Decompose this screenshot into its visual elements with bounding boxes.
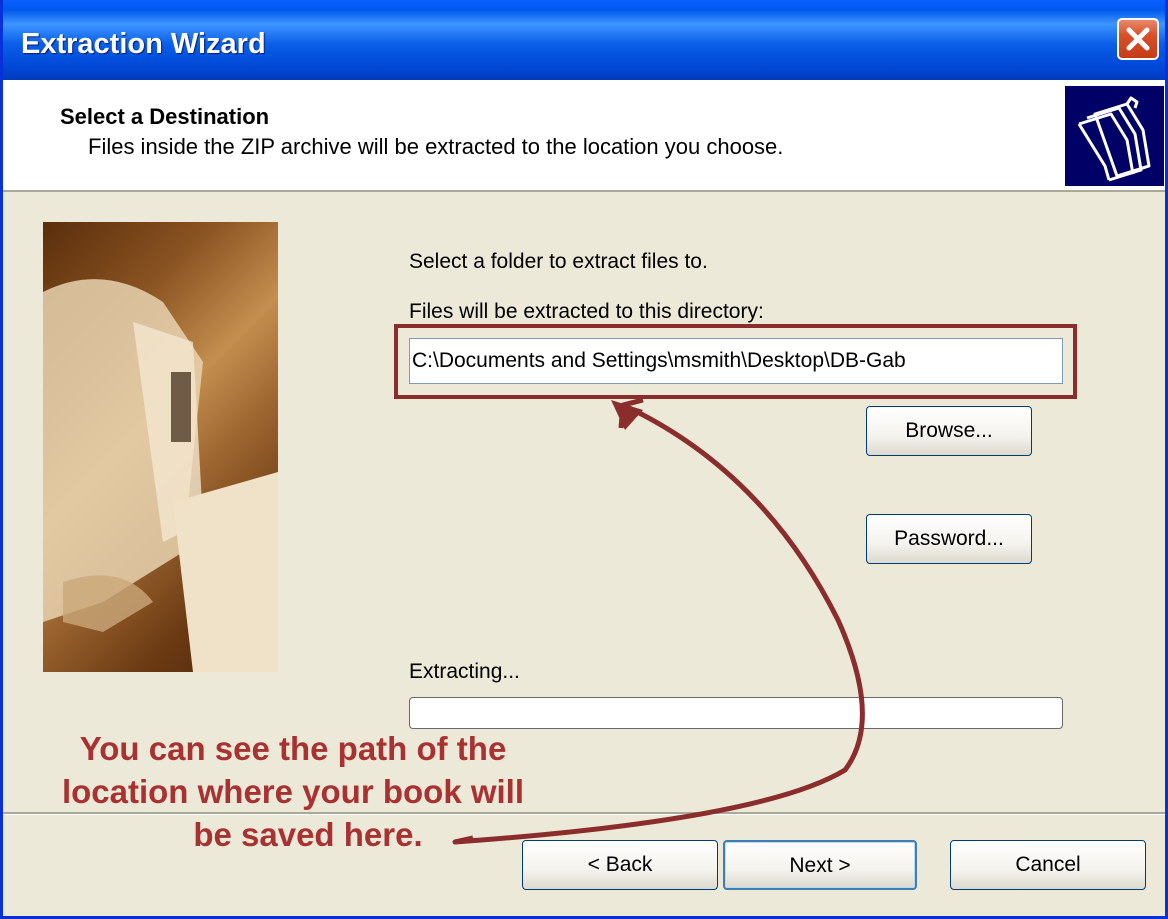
annotation-arrow bbox=[452, 397, 865, 845]
extraction-wizard-window: Extraction Wizard Select a Destination F… bbox=[0, 0, 1168, 919]
